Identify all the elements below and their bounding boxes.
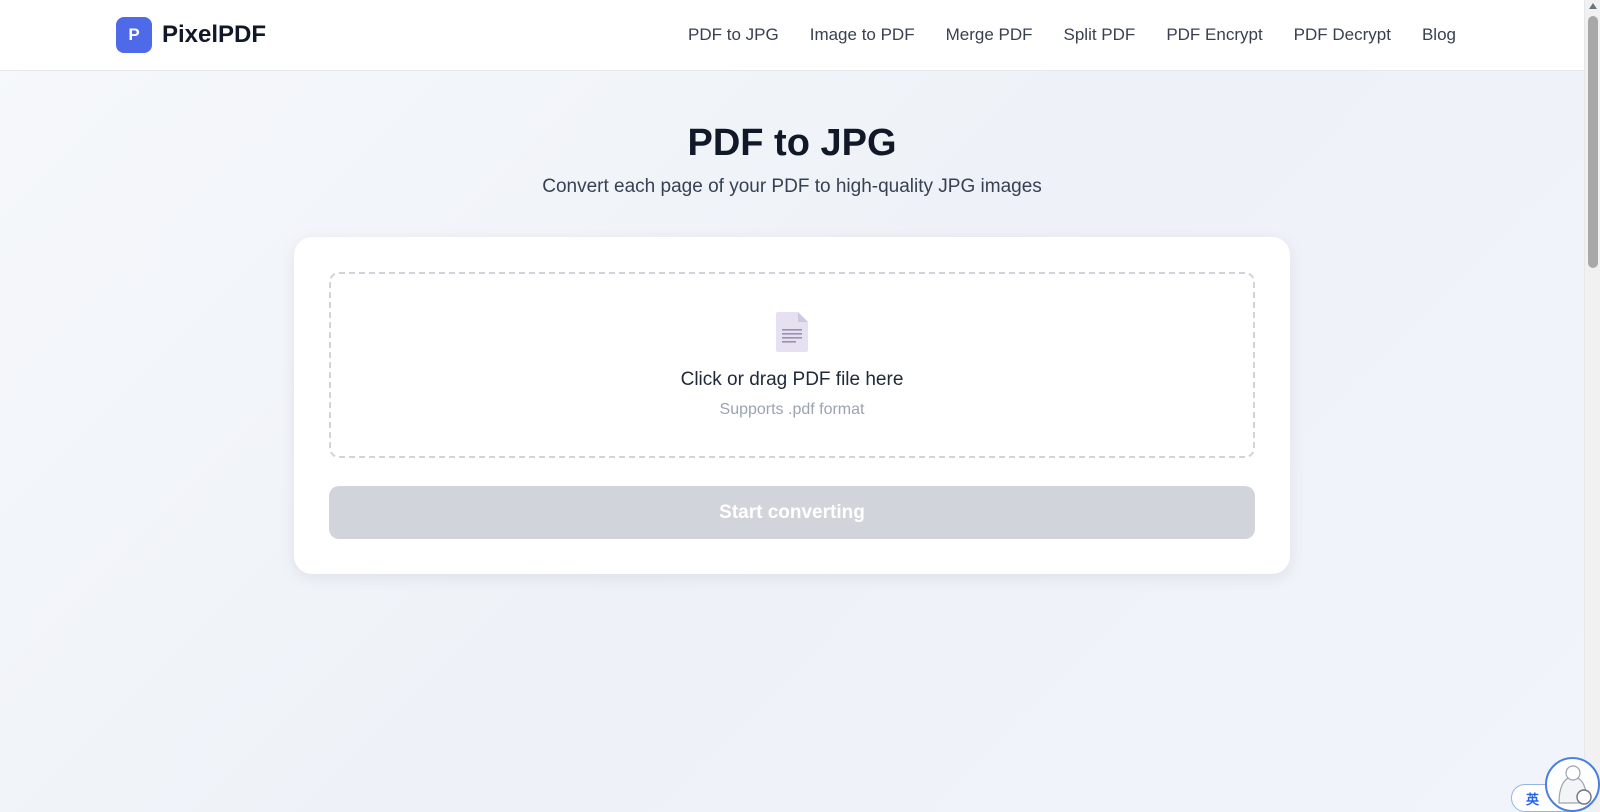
scroll-up-arrow-icon[interactable] xyxy=(1589,3,1597,9)
assistant-avatar-graphic xyxy=(1547,759,1598,810)
site-header: P PixelPDF PDF to JPG Image to PDF Merge… xyxy=(0,0,1584,71)
document-icon xyxy=(776,312,808,352)
assistant-avatar-icon[interactable] xyxy=(1545,757,1600,812)
nav-pdf-encrypt[interactable]: PDF Encrypt xyxy=(1166,25,1262,45)
dropzone-label: Click or drag PDF file here xyxy=(680,369,904,390)
nav-pdf-to-jpg[interactable]: PDF to JPG xyxy=(688,25,779,45)
page-scrollbar[interactable] xyxy=(1584,0,1600,812)
nav-pdf-decrypt[interactable]: PDF Decrypt xyxy=(1294,25,1391,45)
dropzone-hint: Supports .pdf format xyxy=(719,401,865,418)
nav-image-to-pdf[interactable]: Image to PDF xyxy=(810,25,915,45)
nav-blog[interactable]: Blog xyxy=(1422,25,1456,45)
file-dropzone[interactable]: Click or drag PDF file here Supports .pd… xyxy=(329,272,1255,458)
scroll-thumb[interactable] xyxy=(1588,16,1598,268)
converter-card: Click or drag PDF file here Supports .pd… xyxy=(294,237,1290,574)
page-subtitle: Convert each page of your PDF to high-qu… xyxy=(542,176,1042,197)
logo[interactable]: P PixelPDF xyxy=(116,17,266,53)
nav-merge-pdf[interactable]: Merge PDF xyxy=(946,25,1033,45)
logo-badge: P xyxy=(116,17,152,53)
main-nav: PDF to JPG Image to PDF Merge PDF Split … xyxy=(688,0,1456,70)
start-converting-button[interactable]: Start converting xyxy=(329,486,1255,539)
page-title: PDF to JPG xyxy=(687,122,897,164)
nav-split-pdf[interactable]: Split PDF xyxy=(1064,25,1136,45)
brand-name: PixelPDF xyxy=(162,21,267,48)
